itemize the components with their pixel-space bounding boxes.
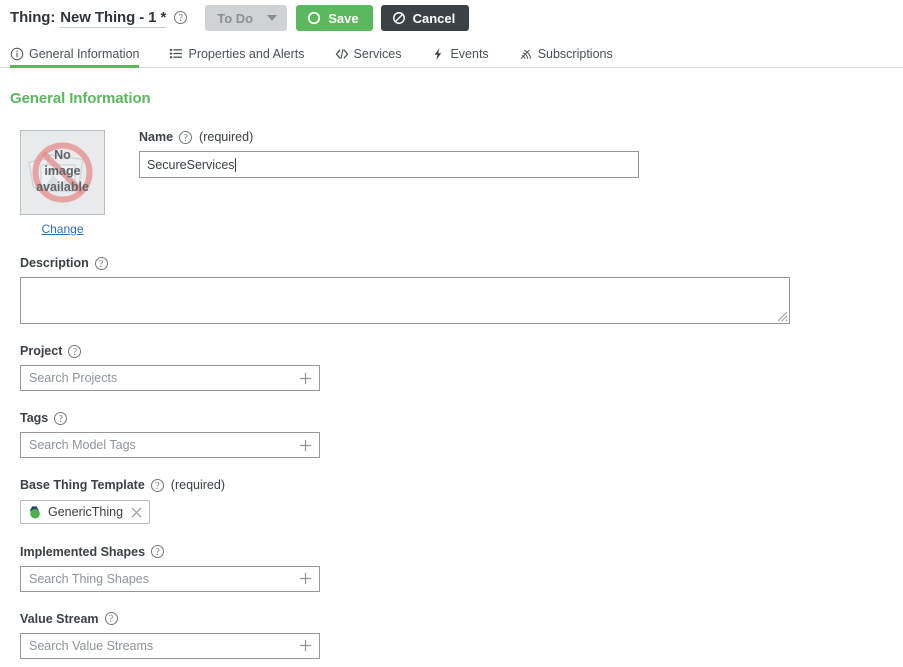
plus-icon[interactable] <box>299 639 312 652</box>
description-textarea[interactable] <box>20 277 790 324</box>
value-stream-label: Value Stream <box>20 611 99 626</box>
change-image-link[interactable]: Change <box>20 222 105 236</box>
name-input[interactable]: SecureServices <box>139 151 639 178</box>
circle-icon <box>308 11 321 25</box>
code-brackets-icon <box>335 49 348 59</box>
save-button[interactable]: Save <box>296 5 373 31</box>
list-icon <box>170 48 183 59</box>
tags-label: Tags <box>20 411 49 425</box>
base-thing-template-label-row: Base Thing Template ? (required) <box>20 478 903 492</box>
tab-general-information[interactable]: General Information <box>10 47 153 68</box>
tab-bar: General Information Properties and Alert… <box>0 36 903 68</box>
tab-label: Subscriptions <box>537 47 613 61</box>
thumbnail-column: No image available Change <box>20 130 105 236</box>
no-image-line-3: available <box>36 180 89 194</box>
help-icon[interactable]: ? <box>68 344 82 358</box>
plus-icon[interactable] <box>299 372 312 385</box>
tab-label: Events <box>450 47 489 61</box>
name-required-note: (required) <box>199 130 254 144</box>
tab-events[interactable]: Events <box>431 47 502 67</box>
help-icon[interactable]: ? <box>179 130 193 144</box>
tags-field-group: Tags ? Search Model Tags <box>20 411 903 458</box>
page-title-prefix: Thing: <box>10 8 56 26</box>
text-cursor <box>234 157 236 172</box>
project-field-group: Project ? Search Projects <box>20 344 903 391</box>
name-field-group: Name ? (required) SecureServices <box>139 130 903 178</box>
tab-label: Properties and Alerts <box>188 47 305 61</box>
info-circle-icon <box>10 47 24 61</box>
general-information-form: No image available Change Name ? (requir… <box>20 130 903 659</box>
base-thing-template-chip[interactable]: GenericThing <box>20 500 151 524</box>
name-label: Name <box>139 130 174 144</box>
base-thing-template-chip-label: GenericThing <box>48 505 124 519</box>
thing-image-thumbnail[interactable]: No image available <box>20 130 105 215</box>
value-stream-label-row: Value Stream ? <box>20 612 903 626</box>
base-thing-template-field-group: Base Thing Template ? (required) Generic… <box>20 478 903 525</box>
plus-icon[interactable] <box>299 439 312 452</box>
base-thing-template-label: Base Thing Template <box>20 478 145 492</box>
save-button-label: Save <box>328 10 359 26</box>
no-image-line-2: image <box>44 164 80 178</box>
image-and-name-row: No image available Change Name ? (requir… <box>20 130 903 236</box>
lightning-bolt-icon <box>435 48 442 60</box>
value-stream-field-group: Value Stream ? Search Value Streams <box>20 612 903 659</box>
project-label: Project <box>20 344 63 358</box>
tab-label: Services <box>353 47 402 61</box>
tags-label-row: Tags ? <box>20 411 903 425</box>
help-icon[interactable]: ? <box>54 411 68 425</box>
help-icon[interactable]: ? <box>174 10 188 24</box>
help-icon[interactable]: ? <box>104 612 118 625</box>
thing-name-title[interactable]: New Thing - 1 * <box>60 9 166 28</box>
base-thing-template-required-note: (required) <box>170 478 225 492</box>
tags-placeholder: Search Model Tags <box>29 438 136 452</box>
help-icon[interactable]: ? <box>94 256 108 270</box>
help-icon[interactable]: ? <box>151 545 165 558</box>
description-label-row: Description ? <box>20 256 903 270</box>
tab-services[interactable]: Services <box>335 47 416 67</box>
name-input-value: SecureServices <box>147 157 235 172</box>
name-label-row: Name ? (required) <box>139 130 903 144</box>
tab-properties-and-alerts[interactable]: Properties and Alerts <box>169 47 318 67</box>
page-header: Thing: New Thing - 1 * ? To Do Save Canc… <box>0 0 903 36</box>
implemented-shapes-label: Implemented Shapes <box>20 544 146 559</box>
tags-search-input[interactable]: Search Model Tags <box>20 432 320 458</box>
no-image-available-icon: No image available <box>28 142 93 203</box>
tab-label: General Information <box>29 47 140 61</box>
section-heading: General Information <box>10 90 151 107</box>
value-stream-placeholder: Search Value Streams <box>29 638 154 653</box>
description-label: Description <box>20 256 89 270</box>
thing-template-icon <box>30 505 40 518</box>
no-image-line-1: No <box>54 148 71 162</box>
state-dropdown-button[interactable]: To Do <box>205 5 288 31</box>
page-title: Thing: New Thing - 1 * ? <box>10 8 188 28</box>
implemented-shapes-label-row: Implemented Shapes ? <box>20 545 903 559</box>
rss-waves-icon <box>520 49 531 60</box>
project-label-row: Project ? <box>20 344 903 358</box>
cancel-button-label: Cancel <box>412 10 456 26</box>
project-search-input[interactable]: Search Projects <box>20 365 320 391</box>
state-dropdown-label: To Do <box>217 10 254 26</box>
tab-subscriptions[interactable]: Subscriptions <box>519 47 627 67</box>
resize-handle-icon[interactable] <box>777 311 788 322</box>
no-entry-icon <box>392 12 405 24</box>
description-field-group: Description ? <box>20 256 903 324</box>
implemented-shapes-field-group: Implemented Shapes ? Search Thing Shapes <box>20 545 903 592</box>
project-placeholder: Search Projects <box>29 371 118 385</box>
cancel-button[interactable]: Cancel <box>380 5 470 31</box>
value-stream-search-input[interactable]: Search Value Streams <box>20 632 320 659</box>
implemented-shapes-search-input[interactable]: Search Thing Shapes <box>20 565 320 592</box>
chevron-down-icon <box>267 15 278 21</box>
plus-icon[interactable] <box>299 572 312 585</box>
implemented-shapes-placeholder: Search Thing Shapes <box>29 571 149 586</box>
close-x-icon[interactable] <box>130 506 143 519</box>
help-icon[interactable]: ? <box>150 478 164 492</box>
